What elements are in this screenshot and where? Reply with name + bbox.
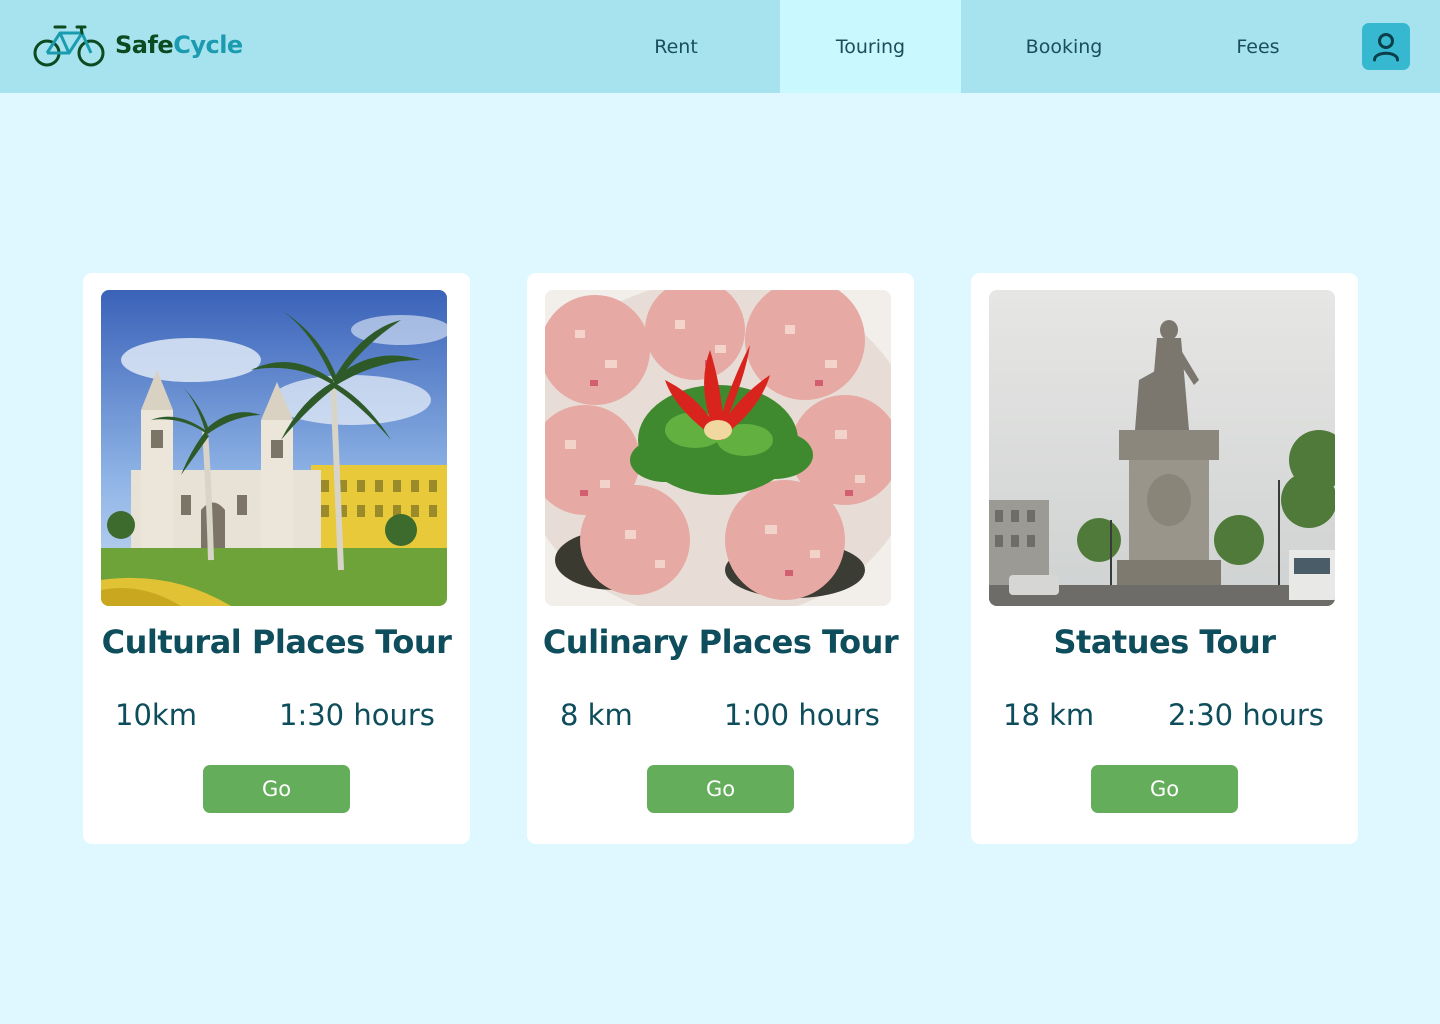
user-profile-button[interactable] xyxy=(1362,23,1410,70)
nav-tab-label: Fees xyxy=(1236,35,1280,58)
tour-distance: 10km xyxy=(115,698,197,732)
nav-tab-label: Booking xyxy=(1025,35,1103,58)
ceviche-dish-photo xyxy=(545,290,891,606)
bicycle-icon xyxy=(33,25,105,67)
user-icon xyxy=(1373,32,1399,61)
go-button[interactable]: Go xyxy=(1091,765,1238,813)
nav-tab-touring[interactable]: Touring xyxy=(780,0,961,93)
cathedral-plaza-photo xyxy=(101,290,447,606)
tour-duration: 1:00 hours xyxy=(724,698,880,732)
tour-title: Cultural Places Tour xyxy=(101,623,452,661)
nav-tab-booking[interactable]: Booking xyxy=(974,0,1154,93)
tour-title: Culinary Places Tour xyxy=(542,623,899,661)
go-button[interactable]: Go xyxy=(203,765,350,813)
nav-tab-label: Touring xyxy=(835,35,906,58)
tour-card-statues: Statues Tour 18 km 2:30 hours Go xyxy=(971,273,1358,844)
brand-logo[interactable]: SafeCycle xyxy=(33,22,243,68)
nav-tab-rent[interactable]: Rent xyxy=(586,0,766,93)
brand-name: SafeCycle xyxy=(115,31,243,59)
tour-duration: 2:30 hours xyxy=(1168,698,1324,732)
top-navbar: SafeCycle Rent Touring Booking Fees xyxy=(0,0,1440,93)
statue-monument-photo xyxy=(989,290,1335,606)
nav-tab-label: Rent xyxy=(654,35,698,58)
tour-duration: 1:30 hours xyxy=(279,698,435,732)
go-button[interactable]: Go xyxy=(647,765,794,813)
tour-card-culinary: Culinary Places Tour 8 km 1:00 hours Go xyxy=(527,273,914,844)
tour-card-cultural: Cultural Places Tour 10km 1:30 hours Go xyxy=(83,273,470,844)
tour-distance: 8 km xyxy=(560,698,633,732)
tour-title: Statues Tour xyxy=(1053,623,1276,661)
tour-distance: 18 km xyxy=(1003,698,1095,732)
nav-tab-fees[interactable]: Fees xyxy=(1168,0,1348,93)
